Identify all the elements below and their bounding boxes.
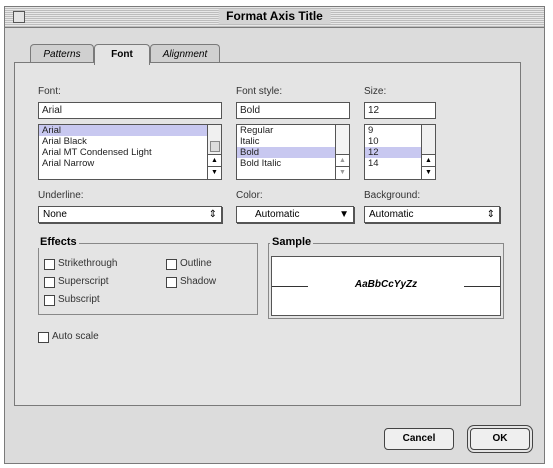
size-label: Size: [364, 86, 387, 97]
list-item[interactable]: Italic [237, 136, 349, 147]
dropdown-arrow-icon: ▼ [339, 209, 349, 220]
font-input[interactable]: Arial [38, 102, 222, 119]
subscript-checkbox[interactable] [44, 295, 55, 306]
tab-alignment[interactable]: Alignment [150, 44, 220, 64]
tab-label: Patterns [43, 49, 81, 60]
ok-button[interactable]: OK [470, 428, 530, 450]
font-list[interactable]: Arial Arial Black Arial MT Condensed Lig… [38, 124, 222, 180]
list-item[interactable]: Arial [39, 125, 221, 136]
strikethrough-label: Strikethrough [58, 258, 118, 269]
size-list-scrollbar[interactable]: ▲ ▼ [421, 125, 435, 179]
popup-arrows-icon: ⇕ [486, 209, 495, 220]
subscript-label: Subscript [58, 294, 100, 305]
shadow-label: Shadow [180, 276, 217, 287]
scroll-thumb[interactable] [210, 141, 220, 153]
outline-checkbox[interactable] [166, 259, 177, 270]
sample-preview: AaBbCcYyZz [271, 256, 501, 316]
list-item[interactable]: Arial Narrow [39, 158, 221, 169]
popup-arrows-icon: ⇕ [208, 209, 217, 220]
underline-value: None [43, 209, 67, 220]
color-popup[interactable]: Automatic ▼ [236, 206, 354, 223]
list-item[interactable]: Arial Black [39, 136, 221, 147]
background-label: Background: [364, 190, 421, 201]
font-style-input[interactable]: Bold [236, 102, 350, 119]
auto-scale-checkbox[interactable] [38, 332, 49, 343]
scroll-down-arrow-icon[interactable]: ▼ [336, 166, 349, 179]
tab-patterns[interactable]: Patterns [30, 44, 94, 64]
list-item[interactable]: Regular [237, 125, 349, 136]
superscript-checkbox[interactable] [44, 277, 55, 288]
tab-font[interactable]: Font [94, 44, 150, 65]
superscript-label: Superscript [58, 276, 109, 287]
font-label: Font: [38, 86, 61, 97]
title-bar[interactable]: Format Axis Title [5, 7, 544, 28]
background-value: Automatic [369, 209, 414, 220]
dialog-title: Format Axis Title [218, 9, 331, 24]
outline-label: Outline [180, 258, 212, 269]
background-popup[interactable]: Automatic ⇕ [364, 206, 500, 223]
strikethrough-checkbox[interactable] [44, 259, 55, 270]
underline-popup[interactable]: None ⇕ [38, 206, 222, 223]
scroll-down-arrow-icon[interactable]: ▼ [422, 166, 435, 179]
tab-label: Alignment [162, 49, 208, 60]
effects-title: Effects [38, 236, 79, 248]
size-input[interactable]: 12 [364, 102, 436, 119]
shadow-checkbox[interactable] [166, 277, 177, 288]
cancel-button[interactable]: Cancel [384, 428, 454, 450]
tab-label: Font [111, 49, 133, 60]
color-value: Automatic [255, 209, 300, 220]
list-item[interactable]: Bold Italic [237, 158, 349, 169]
sample-text: AaBbCcYyZz [354, 279, 418, 290]
underline-label: Underline: [38, 190, 84, 201]
font-style-label: Font style: [236, 86, 283, 97]
color-label: Color: [236, 190, 263, 201]
font-style-scrollbar[interactable]: ▲ ▼ [335, 125, 349, 179]
auto-scale-label: Auto scale [52, 331, 99, 342]
list-item[interactable]: Arial MT Condensed Light [39, 147, 221, 158]
close-box-icon[interactable] [13, 11, 25, 23]
list-item[interactable]: Bold [237, 147, 349, 158]
font-list-scrollbar[interactable]: ▲ ▼ [207, 125, 221, 179]
size-list[interactable]: 9 10 12 14 ▲ ▼ [364, 124, 436, 180]
scroll-down-arrow-icon[interactable]: ▼ [208, 166, 221, 179]
sample-title: Sample [270, 236, 314, 248]
font-style-list[interactable]: Regular Italic Bold Bold Italic ▲ ▼ [236, 124, 350, 180]
